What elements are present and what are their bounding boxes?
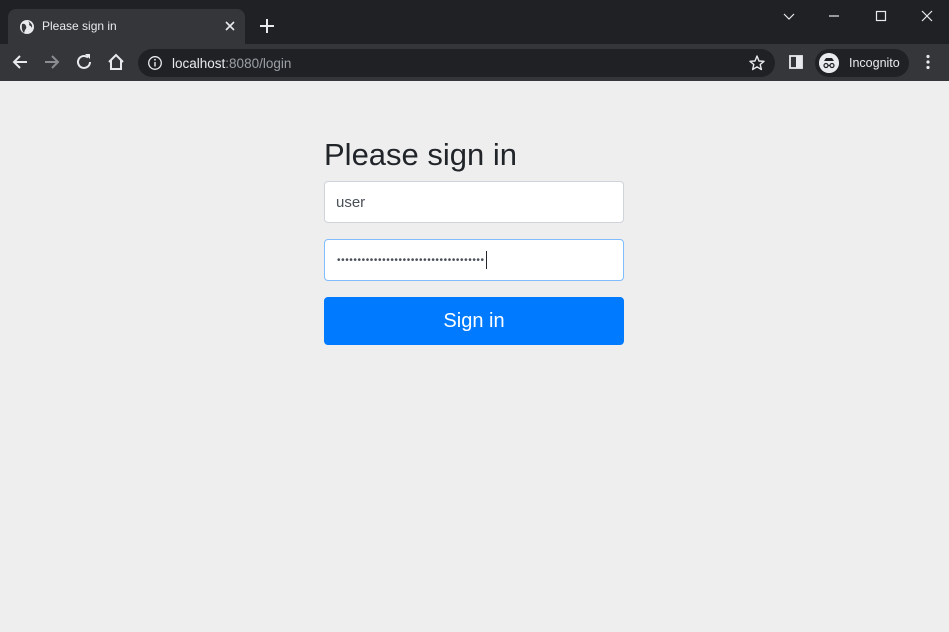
url-path: :8080/login	[225, 56, 292, 71]
minimize-icon[interactable]	[824, 6, 844, 26]
home-icon[interactable]	[105, 51, 127, 73]
page-content: Please sign in •••••••••••••••••••••••••…	[0, 81, 949, 632]
sign-in-button[interactable]: Sign in	[324, 297, 624, 345]
side-panel-icon[interactable]	[786, 52, 806, 72]
maximize-icon[interactable]	[871, 6, 891, 26]
browser-tab[interactable]: Please sign in	[8, 9, 245, 44]
tab-search-icon[interactable]	[779, 6, 799, 26]
incognito-label: Incognito	[849, 56, 900, 70]
username-input[interactable]	[324, 181, 624, 223]
page-title: Please sign in	[324, 137, 518, 172]
reload-icon[interactable]	[73, 51, 95, 73]
browser-title-bar: Please sign in	[0, 0, 949, 44]
incognito-profile-button[interactable]: Incognito	[815, 49, 909, 77]
forward-arrow-icon[interactable]	[41, 51, 63, 73]
tab-title: Please sign in	[42, 19, 117, 33]
close-window-icon[interactable]	[917, 6, 937, 26]
incognito-icon	[819, 53, 839, 73]
url-text[interactable]: localhost:8080/login	[172, 56, 291, 71]
text-caret	[485, 251, 487, 269]
password-display: ••••••••••••••••••••••••••••••••••••	[337, 251, 487, 269]
close-tab-icon[interactable]	[221, 17, 239, 35]
more-menu-icon[interactable]	[918, 52, 938, 72]
bookmark-star-icon[interactable]	[748, 54, 766, 72]
new-tab-icon[interactable]	[258, 17, 276, 35]
address-bar[interactable]: localhost:8080/login	[138, 49, 775, 77]
password-masked-value: ••••••••••••••••••••••••••••••••••••	[337, 254, 485, 266]
info-icon[interactable]	[147, 55, 163, 71]
url-host: localhost	[172, 56, 226, 71]
browser-toolbar: localhost:8080/login Incognito	[0, 44, 949, 81]
globe-icon	[20, 20, 34, 34]
back-arrow-icon[interactable]	[9, 51, 31, 73]
